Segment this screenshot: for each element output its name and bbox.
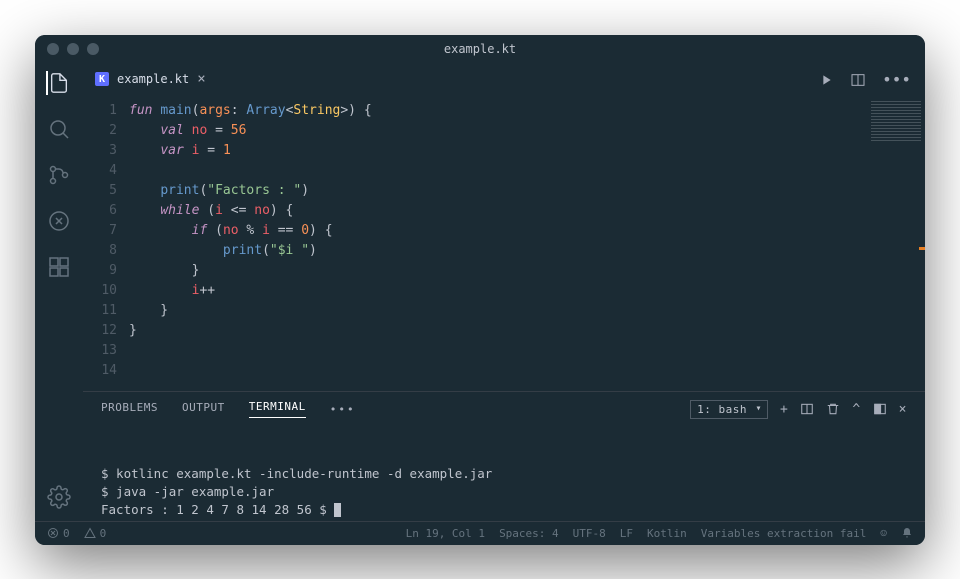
editor[interactable]: 1234567891011121314 fun main(args: Array… <box>83 97 925 391</box>
overview-marker <box>919 247 925 250</box>
settings-icon[interactable] <box>47 485 71 509</box>
tab-example-kt[interactable]: K example.kt × <box>83 63 218 97</box>
source-control-icon[interactable] <box>47 163 71 187</box>
editor-window: example.kt <box>35 35 925 545</box>
status-bell-icon[interactable] <box>901 527 913 539</box>
search-icon[interactable] <box>47 117 71 141</box>
code-content[interactable]: fun main(args: Array<String>) { val no =… <box>129 97 865 391</box>
editor-actions: ••• <box>818 63 925 97</box>
panel-more-icon[interactable]: ••• <box>330 403 356 416</box>
activity-bar <box>35 63 83 521</box>
tab-problems[interactable]: PROBLEMS <box>101 401 158 418</box>
status-cursor-position[interactable]: Ln 19, Col 1 <box>406 527 485 540</box>
explorer-icon[interactable] <box>46 71 70 95</box>
close-tab-icon[interactable]: × <box>197 71 205 87</box>
status-eol[interactable]: LF <box>620 527 633 540</box>
kill-terminal-icon[interactable] <box>826 402 840 416</box>
tab-label: example.kt <box>117 72 189 86</box>
new-terminal-icon[interactable]: + <box>780 402 788 417</box>
tab-output[interactable]: OUTPUT <box>182 401 225 418</box>
tab-terminal[interactable]: TERMINAL <box>249 400 306 418</box>
minimap[interactable] <box>865 97 925 391</box>
terminal-select[interactable]: 1: bash <box>690 400 768 419</box>
window-title: example.kt <box>444 42 516 56</box>
bottom-panel: PROBLEMS OUTPUT TERMINAL ••• 1: bash + ^ <box>83 391 925 521</box>
more-actions-icon[interactable]: ••• <box>882 70 911 89</box>
minimap-content <box>871 101 921 141</box>
tab-bar: K example.kt × ••• <box>83 63 925 97</box>
kotlin-file-icon: K <box>95 72 109 86</box>
maximize-window-button[interactable] <box>87 43 99 55</box>
status-encoding[interactable]: UTF-8 <box>573 527 606 540</box>
toggle-panel-icon[interactable] <box>873 402 887 416</box>
line-numbers: 1234567891011121314 <box>83 97 129 391</box>
terminal-content[interactable]: $ kotlinc example.kt -include-runtime -d… <box>83 425 925 521</box>
debug-icon[interactable] <box>47 209 71 233</box>
panel-tabs: PROBLEMS OUTPUT TERMINAL ••• 1: bash + ^ <box>83 392 925 425</box>
status-warnings[interactable]: 0 <box>84 527 107 540</box>
close-panel-icon[interactable]: × <box>899 402 907 417</box>
split-terminal-icon[interactable] <box>800 402 814 416</box>
titlebar: example.kt <box>35 35 925 63</box>
status-errors[interactable]: 0 <box>47 527 70 540</box>
window-controls <box>47 43 99 55</box>
status-bar: 0 0 Ln 19, Col 1 Spaces: 4 UTF-8 LF Kotl… <box>35 521 925 545</box>
extensions-icon[interactable] <box>47 255 71 279</box>
main-area: K example.kt × ••• 1234567891011121314 f… <box>83 63 925 521</box>
maximize-panel-icon[interactable]: ^ <box>852 402 860 417</box>
status-language[interactable]: Kotlin <box>647 527 687 540</box>
close-window-button[interactable] <box>47 43 59 55</box>
status-feedback-icon[interactable]: ☺ <box>880 527 887 540</box>
status-message[interactable]: Variables extraction fail <box>701 527 867 540</box>
status-indent[interactable]: Spaces: 4 <box>499 527 559 540</box>
body: K example.kt × ••• 1234567891011121314 f… <box>35 63 925 521</box>
run-icon[interactable] <box>818 72 834 88</box>
minimize-window-button[interactable] <box>67 43 79 55</box>
split-editor-icon[interactable] <box>850 72 866 88</box>
